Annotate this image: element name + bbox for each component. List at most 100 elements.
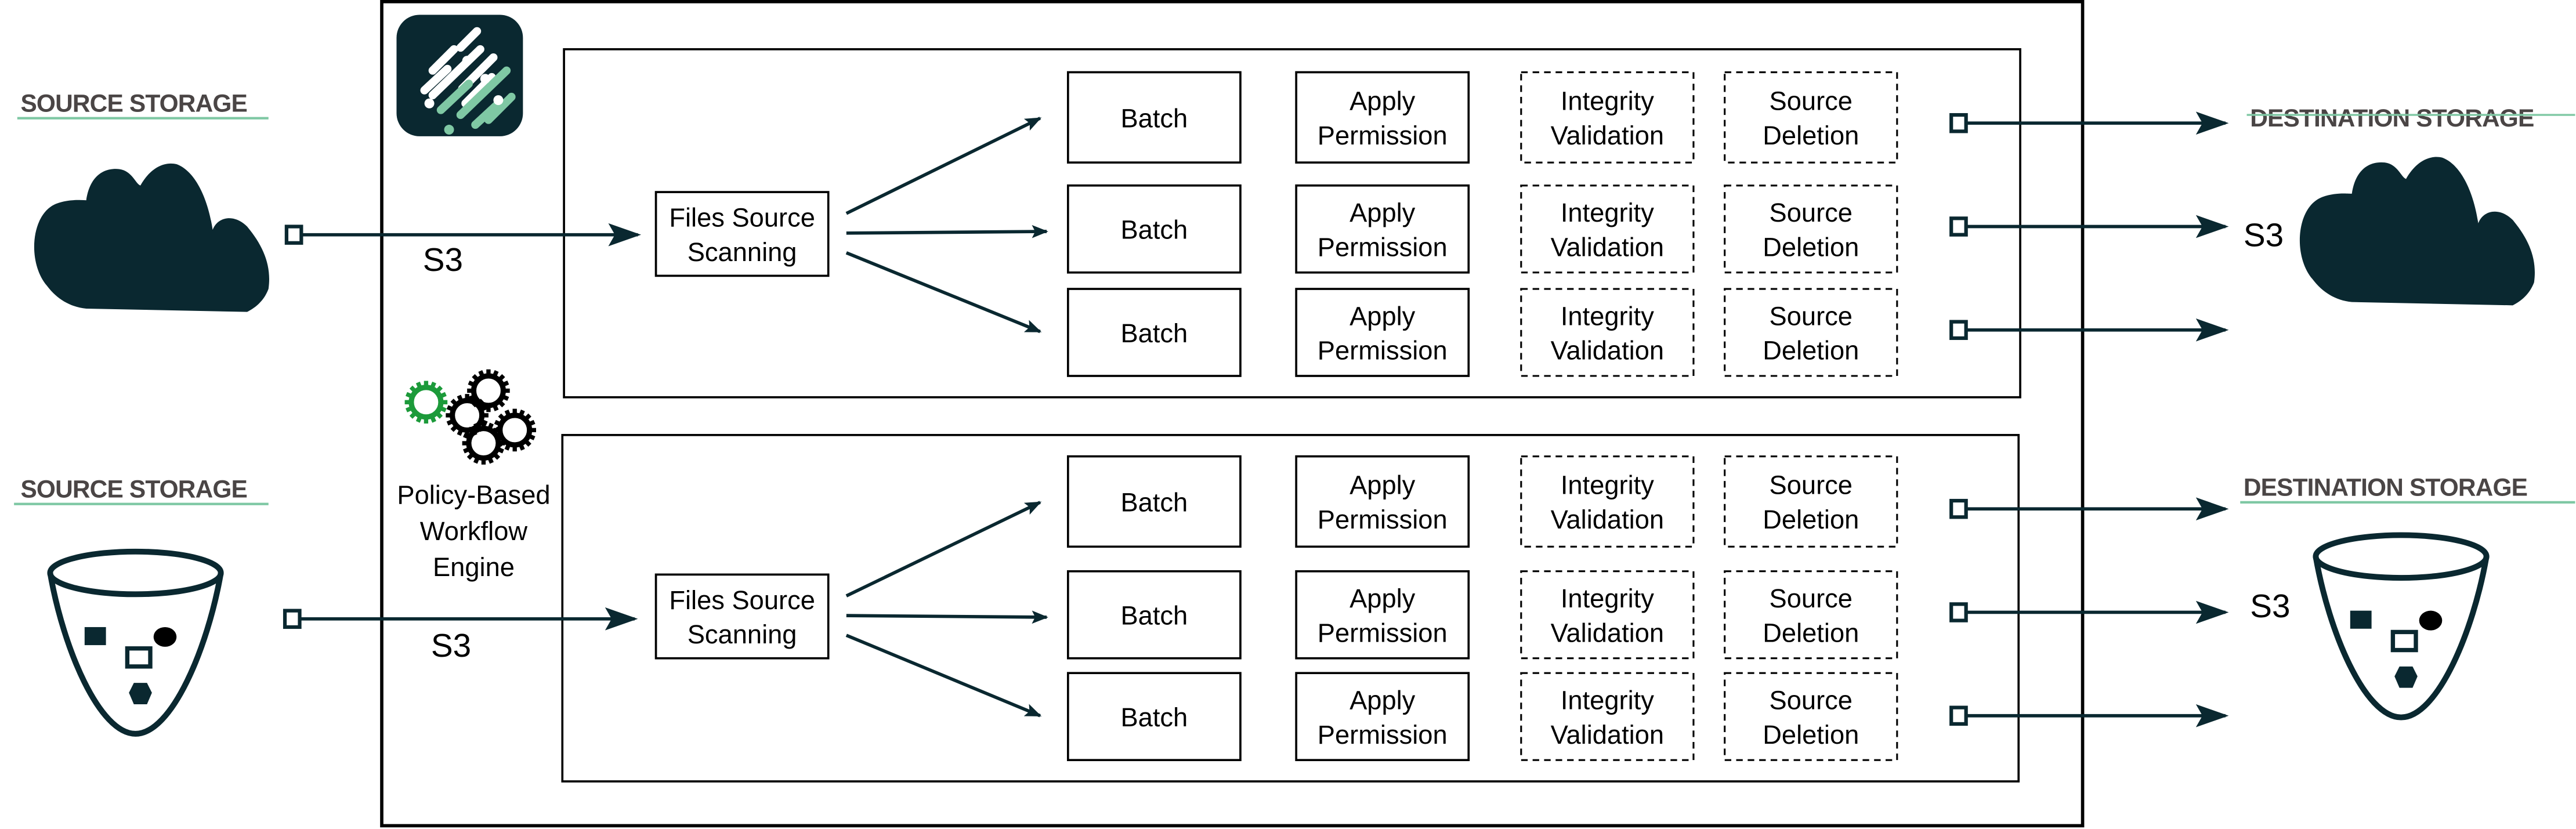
apply-permission-box-text: Apply (1349, 584, 1416, 613)
apply-permission-box-text: Permission (1318, 505, 1448, 534)
apply-permission-box: Apply Permission (1295, 71, 1470, 164)
batch-box: Batch (1066, 570, 1242, 660)
apply-permission-box-text: Permission (1318, 336, 1448, 365)
batch-box: Batch (1066, 288, 1242, 377)
files-source-scanning-box-text: Scanning (688, 237, 797, 267)
source-deletion-box-text: Deletion (1763, 232, 1859, 262)
apply-permission-box-text: Apply (1349, 470, 1416, 500)
source-deletion-box-text: Source (1770, 86, 1853, 116)
destination-protocol-label: S3 (2244, 216, 2284, 253)
source-deletion-box: Source Deletion (1724, 455, 1898, 548)
source-deletion-box-text: Deletion (1763, 618, 1859, 647)
source-deletion-box: Source Deletion (1724, 288, 1898, 377)
batch-box-text: Batch (1120, 215, 1188, 245)
batch-box-text: Batch (1120, 601, 1188, 631)
apply-permission-box-text: Permission (1318, 121, 1448, 150)
apply-permission-box-text: Permission (1318, 618, 1448, 647)
logo-icon (396, 15, 523, 136)
integrity-validation-box-text: Integrity (1561, 301, 1654, 331)
source-storage-label: SOURCE STORAGE (20, 475, 247, 502)
batch-box: Batch (1066, 184, 1242, 274)
batch-box: Batch (1066, 71, 1242, 164)
apply-permission-box-text: Permission (1318, 720, 1448, 750)
svg-text:Workflow: Workflow (420, 516, 528, 546)
apply-permission-box-text: Permission (1318, 232, 1448, 262)
source-protocol-label: S3 (423, 241, 463, 278)
batch-box: Batch (1066, 672, 1242, 761)
apply-permission-box-text: Apply (1349, 86, 1416, 116)
gears-icon (405, 370, 536, 465)
batch-box-text: Batch (1120, 703, 1188, 732)
destination-connector (1949, 216, 1968, 237)
apply-permission-box: Apply Permission (1295, 455, 1470, 548)
pipeline-panel: Files Source Scanning Batch Apply Permission… (561, 434, 2229, 783)
destination-connector (1949, 113, 1968, 133)
destination-storage-label: DESTINATION STORAGE (2250, 104, 2534, 132)
destination-bucket-icon (2315, 535, 2486, 717)
integrity-validation-box-text: Integrity (1561, 685, 1654, 715)
integrity-validation-box: Integrity Validation (1520, 455, 1695, 548)
files-source-scanning-box-text: Files Source (669, 585, 815, 615)
files-source-scanning-box: Files Source Scanning (654, 191, 830, 277)
source-connector (284, 225, 303, 245)
destination-protocol-label: S3 (2250, 588, 2290, 624)
engine-label: Policy-Based Workflow Engine (397, 480, 550, 582)
integrity-validation-box-text: Validation (1551, 618, 1664, 647)
source-storage-label: SOURCE STORAGE (20, 89, 247, 117)
destination-connector (1949, 320, 1968, 341)
pipeline-panel: Files Source Scanning Batch Apply Permission… (563, 48, 2229, 399)
integrity-validation-box-text: Integrity (1561, 198, 1654, 227)
batch-box-text: Batch (1120, 487, 1188, 517)
integrity-validation-box-text: Validation (1551, 336, 1664, 365)
batch-box-text: Batch (1120, 318, 1188, 348)
source-deletion-box: Source Deletion (1724, 184, 1898, 274)
source-protocol-label: S3 (431, 627, 471, 664)
source-deletion-box-text: Source (1770, 198, 1853, 227)
svg-text:Policy-Based: Policy-Based (397, 480, 550, 510)
source-cloud-icon (34, 163, 269, 312)
apply-permission-box: Apply Permission (1295, 184, 1470, 274)
files-source-scanning-box-text: Scanning (688, 620, 797, 649)
batch-box: Batch (1066, 455, 1242, 548)
integrity-validation-box-text: Integrity (1561, 584, 1654, 613)
integrity-validation-box: Integrity Validation (1520, 184, 1695, 274)
svg-text:Engine: Engine (433, 552, 515, 582)
integrity-validation-box-text: Validation (1551, 232, 1664, 262)
apply-permission-box: Apply Permission (1295, 672, 1470, 761)
source-deletion-box: Source Deletion (1724, 672, 1898, 761)
workflow-diagram: Policy-Based Workflow Engine Files Sourc… (14, 0, 2575, 828)
files-source-scanning-box: Files Source Scanning (654, 573, 830, 660)
apply-permission-box-text: Apply (1349, 198, 1416, 227)
destination-cloud-icon (2299, 157, 2535, 306)
destination-connector (1949, 705, 1968, 726)
source-bucket-icon (50, 552, 220, 734)
source-deletion-box-text: Deletion (1763, 505, 1859, 534)
apply-permission-box: Apply Permission (1295, 288, 1470, 377)
files-source-scanning-box-text: Files Source (669, 202, 815, 232)
apply-permission-box-text: Apply (1349, 301, 1416, 331)
integrity-validation-box: Integrity Validation (1520, 71, 1695, 164)
source-deletion-box: Source Deletion (1724, 71, 1898, 164)
apply-permission-box: Apply Permission (1295, 570, 1470, 660)
integrity-validation-box: Integrity Validation (1520, 672, 1695, 761)
source-deletion-box: Source Deletion (1724, 570, 1898, 660)
integrity-validation-box-text: Integrity (1561, 86, 1654, 116)
integrity-validation-box-text: Integrity (1561, 470, 1654, 500)
destination-connector (1949, 602, 1968, 622)
source-deletion-box-text: Source (1770, 685, 1853, 715)
apply-permission-box-text: Apply (1349, 685, 1416, 715)
source-deletion-box-text: Source (1770, 584, 1853, 613)
source-connector (283, 609, 302, 629)
destination-connector (1949, 498, 1968, 519)
source-deletion-box-text: Source (1770, 470, 1853, 500)
integrity-validation-box: Integrity Validation (1520, 288, 1695, 377)
source-deletion-box-text: Deletion (1763, 121, 1859, 150)
destination-storage-label: DESTINATION STORAGE (2244, 474, 2527, 501)
integrity-validation-box-text: Validation (1551, 720, 1664, 750)
source-deletion-box-text: Source (1770, 301, 1853, 331)
source-deletion-box-text: Deletion (1763, 336, 1859, 365)
integrity-validation-box-text: Validation (1551, 505, 1664, 534)
integrity-validation-box: Integrity Validation (1520, 570, 1695, 660)
batch-box-text: Batch (1120, 103, 1188, 133)
source-deletion-box-text: Deletion (1763, 720, 1859, 750)
